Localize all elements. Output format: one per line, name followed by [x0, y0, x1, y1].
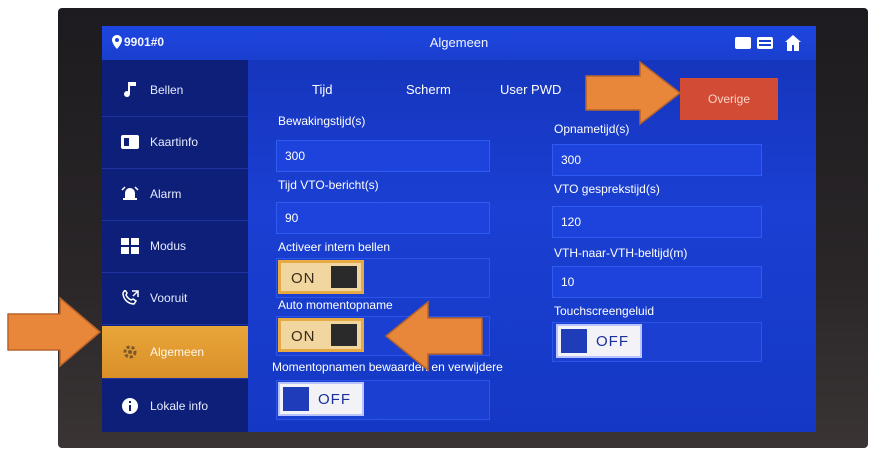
- opnametijd-value: 300: [561, 153, 582, 167]
- toggle-state-label: OFF: [318, 391, 351, 408]
- vth-naar-vth-input[interactable]: 10: [552, 266, 762, 298]
- tijd-vto-bericht-label: Tijd VTO-bericht(s): [278, 178, 379, 192]
- toggle-knob: [331, 324, 357, 346]
- home-icon[interactable]: [784, 34, 802, 52]
- keyboard-icon: [757, 37, 773, 49]
- status-bar: 9901#0 Algemeen: [102, 26, 816, 60]
- toggle-state-label: ON: [291, 328, 316, 345]
- momentopnamen-toggle[interactable]: OFF: [278, 382, 364, 416]
- tab-overige[interactable]: Overige: [680, 78, 778, 120]
- page-title: Algemeen: [429, 35, 489, 50]
- sidebar-item-label: Modus: [150, 239, 187, 253]
- vto-gesprekstijd-input[interactable]: 120: [552, 206, 762, 238]
- grid-icon: [120, 237, 140, 255]
- sidebar-item-alarm[interactable]: Alarm: [102, 168, 248, 221]
- tijd-vto-bericht-input[interactable]: 90: [276, 202, 490, 234]
- sidebar-item-modus[interactable]: Modus: [102, 220, 248, 273]
- auto-momentopname-label: Auto momentopname: [278, 298, 393, 312]
- sidebar-item-label: Kaartinfo: [150, 135, 199, 149]
- sidebar-item-label: Lokale info: [150, 399, 209, 413]
- auto-momentopname-toggle[interactable]: ON: [278, 318, 364, 352]
- call-forward-icon: [120, 289, 140, 307]
- touchscreengeluid-label: Touchscreengeluid: [554, 304, 655, 318]
- sidebar-item-label: Algemeen: [150, 345, 205, 359]
- gear-icon: [120, 343, 140, 361]
- sidebar-item-label: Alarm: [150, 187, 182, 201]
- vth-naar-vth-value: 10: [561, 275, 575, 289]
- annotation-arrow-center: [384, 300, 483, 372]
- info-icon: [120, 397, 140, 415]
- touchscreengeluid-toggle[interactable]: OFF: [556, 324, 642, 358]
- sidebar-item-bellen[interactable]: Bellen: [102, 64, 248, 117]
- vto-gesprekstijd-value: 120: [561, 215, 582, 229]
- tab-user-pwd[interactable]: User PWD: [500, 82, 561, 97]
- music-note-icon: [120, 81, 140, 99]
- sidebar-item-label: Bellen: [150, 83, 184, 97]
- sidebar-item-algemeen[interactable]: Algemeen: [102, 326, 248, 379]
- alarm-icon: [120, 185, 140, 203]
- tab-scherm[interactable]: Scherm: [406, 82, 451, 97]
- opnametijd-input[interactable]: 300: [552, 144, 762, 176]
- vto-gesprekstijd-label: VTO gesprekstijd(s): [554, 182, 660, 196]
- bewakingstijd-value: 300: [285, 149, 306, 163]
- sidebar-item-label: Vooruit: [150, 291, 188, 305]
- annotation-arrow-left: [7, 296, 102, 368]
- sidebar-item-kaartinfo[interactable]: Kaartinfo: [102, 116, 248, 169]
- sd-card-icon: [735, 37, 751, 49]
- toggle-knob: [283, 387, 309, 411]
- sidebar-item-vooruit[interactable]: Vooruit: [102, 272, 248, 325]
- vth-naar-vth-label: VTH-naar-VTH-beltijd(m): [554, 246, 688, 260]
- bewakingstijd-label: Bewakingstijd(s): [278, 114, 366, 128]
- toggle-state-label: ON: [291, 270, 316, 287]
- activeer-intern-bellen-label: Activeer intern bellen: [278, 240, 391, 254]
- toggle-state-label: OFF: [596, 333, 629, 350]
- annotation-arrow-top: [585, 60, 682, 126]
- sidebar-item-lokale-info[interactable]: Lokale info: [102, 380, 248, 432]
- tab-tijd[interactable]: Tijd: [312, 82, 332, 97]
- bewakingstijd-input[interactable]: 300: [276, 140, 490, 172]
- tijd-vto-bericht-value: 90: [285, 211, 299, 225]
- sidebar: Bellen Kaartinfo Alarm Modus Vooruit Alg…: [102, 60, 248, 432]
- toggle-knob: [331, 266, 357, 288]
- card-icon: [120, 133, 140, 151]
- toggle-knob: [561, 329, 587, 353]
- activeer-intern-bellen-toggle[interactable]: ON: [278, 260, 364, 294]
- tab-overige-label: Overige: [707, 92, 751, 106]
